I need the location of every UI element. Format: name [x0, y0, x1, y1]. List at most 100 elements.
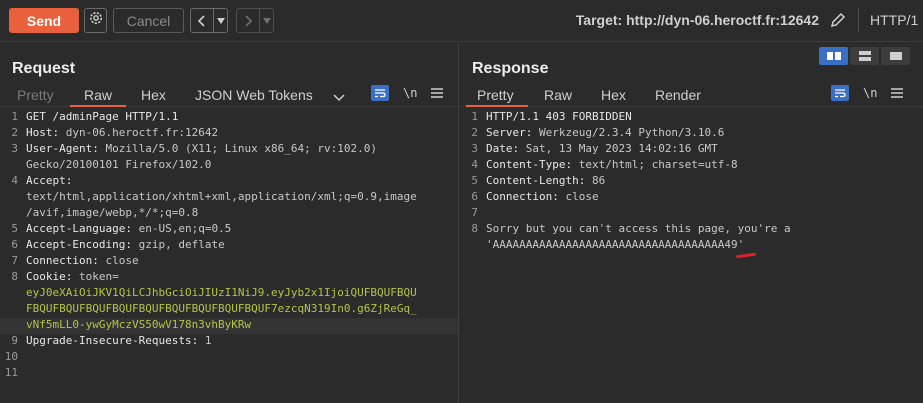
jwt-token-text: eyJ0eXAiOiJKV1QiLCJhbGciOiJIUzI1NiJ9.eyJ…: [26, 286, 417, 299]
code-line: 6 Connection: close: [460, 190, 923, 206]
code-line: text/html,application/xhtml+xml,applicat…: [0, 190, 458, 206]
code-line: 6 Accept-Encoding: gzip, deflate: [0, 238, 458, 254]
line-text: HTTP/1.1 403 FORBIDDEN: [486, 110, 632, 123]
back-button[interactable]: [191, 9, 213, 32]
tab-raw[interactable]: Raw: [84, 87, 112, 103]
response-editor[interactable]: 1 HTTP/1.1 403 FORBIDDEN 2 Server: Werkzeu…: [460, 110, 923, 403]
chevron-down-icon: [216, 17, 225, 24]
code-line: 5 Accept-Language: en-US,en;q=0.5: [0, 222, 458, 238]
active-tab-indicator: [70, 105, 126, 107]
jwt-token-text: FBQUFBQUFBQUFBQUFBQUFBQUFBQUFBQUFBQUF7ez…: [26, 302, 417, 315]
line-text: Gecko/20100101 Firefox/102.0: [26, 158, 212, 171]
settings-button[interactable]: [84, 8, 107, 33]
code-line: 3 User-Agent: Mozilla/5.0 (X11; Linux x86…: [0, 142, 458, 158]
line-text: Date: Sat, 13 May 2023 14:02:16 GMT: [486, 142, 718, 155]
toolbar-divider: [858, 8, 859, 33]
layout-top-bottom-icon: [858, 51, 871, 61]
code-line: 9 Upgrade-Insecure-Requests: 1: [0, 334, 458, 350]
line-text: Upgrade-Insecure-Requests: 1: [26, 334, 212, 347]
code-line: 10: [0, 350, 458, 366]
back-nav-group: [190, 8, 228, 33]
tab-render[interactable]: Render: [655, 87, 701, 103]
line-number: 2: [471, 126, 478, 139]
code-line: 8 Sorry but you can't access this page, y…: [460, 222, 923, 238]
line-number: 8: [471, 222, 478, 235]
line-text: Cookie: token=: [26, 270, 119, 283]
back-history-dropdown[interactable]: [213, 9, 227, 32]
hamburger-menu-icon[interactable]: [891, 85, 904, 101]
tab-pretty[interactable]: Pretty: [17, 87, 54, 103]
line-number: 3: [471, 142, 478, 155]
line-number: 6: [471, 190, 478, 203]
code-line: 4 Content-Type: text/html; charset=utf-8: [460, 158, 923, 174]
code-line: 3 Date: Sat, 13 May 2023 14:02:16 GMT: [460, 142, 923, 158]
code-line: 'AAAAAAAAAAAAAAAAAAAAAAAAAAAAAAAAAAA49': [460, 238, 923, 254]
chevron-left-icon: [197, 14, 205, 27]
layout-switcher: [819, 47, 910, 65]
edit-target-button[interactable]: [827, 9, 849, 31]
layout-side-by-side-button[interactable]: [819, 47, 848, 65]
send-button[interactable]: Send: [9, 8, 79, 33]
word-wrap-icon[interactable]: [831, 85, 849, 101]
line-number: 6: [11, 238, 18, 251]
code-line: 1 GET /adminPage HTTP/1.1: [0, 110, 458, 126]
line-number: 7: [471, 206, 478, 219]
layout-single-button[interactable]: [881, 47, 910, 65]
line-number: 5: [471, 174, 478, 187]
request-editor[interactable]: 1 GET /adminPage HTTP/1.1 2 Host: dyn-06.h…: [0, 110, 458, 403]
code-line: 5 Content-Length: 86: [460, 174, 923, 190]
request-panel: Request Pretty Raw Hex JSON Web Tokens \…: [0, 43, 459, 403]
code-line: 8 Cookie: token=: [0, 270, 458, 286]
code-line: 11: [0, 366, 458, 382]
line-number: 2: [11, 126, 18, 139]
line-text: Connection: close: [486, 190, 599, 203]
line-text: GET /adminPage HTTP/1.1: [26, 110, 179, 123]
line-text: Content-Type: text/html; charset=utf-8: [486, 158, 738, 171]
newline-toggle[interactable]: \n: [403, 86, 417, 100]
line-number: 5: [11, 222, 18, 235]
tab-hex[interactable]: Hex: [141, 87, 166, 103]
line-text: Server: Werkzeug/2.3.4 Python/3.10.6: [486, 126, 725, 139]
code-line: eyJ0eXAiOiJKV1QiLCJhbGciOiJIUzI1NiJ9.eyJ…: [0, 286, 458, 302]
line-text: 'AAAAAAAAAAAAAAAAAAAAAAAAAAAAAAAAAAA49': [486, 238, 745, 251]
code-line: /avif,image/webp,*/*;q=0.8: [0, 206, 458, 222]
line-number: 8: [11, 270, 18, 283]
target-label[interactable]: Target: http://dyn-06.heroctf.fr:12642: [576, 12, 819, 28]
response-title: Response: [472, 60, 549, 77]
line-text: Connection: close: [26, 254, 139, 267]
request-tabs: Pretty Raw Hex JSON Web Tokens \n: [0, 83, 458, 107]
line-number: 1: [11, 110, 18, 123]
hamburger-menu-icon[interactable]: [431, 85, 444, 101]
tab-hex[interactable]: Hex: [601, 87, 626, 103]
code-line: Gecko/20100101 Firefox/102.0: [0, 158, 458, 174]
tab-json-web-tokens[interactable]: JSON Web Tokens: [195, 87, 313, 103]
chevron-down-icon[interactable]: [333, 89, 345, 107]
forward-history-dropdown[interactable]: [259, 9, 273, 32]
line-text: Accept-Encoding: gzip, deflate: [26, 238, 225, 251]
response-panel: Response Pretty Raw Hex Render \n 1 HTTP/…: [460, 43, 923, 403]
code-line: 2 Host: dyn-06.heroctf.fr:12642: [0, 126, 458, 142]
line-text: Content-Length: 86: [486, 174, 606, 187]
line-number: 11: [4, 366, 18, 379]
line-text: Sorry but you can't access this page, yo…: [486, 222, 791, 235]
code-line: 4 Accept:: [0, 174, 458, 190]
line-number: 7: [11, 254, 18, 267]
cancel-button[interactable]: Cancel: [113, 8, 184, 33]
tab-pretty[interactable]: Pretty: [477, 87, 514, 103]
http-version-toggle[interactable]: HTTP/1: [870, 12, 918, 28]
line-text: /avif,image/webp,*/*;q=0.8: [26, 206, 199, 219]
jwt-token-text: vNf5mLL0-ywGyMczVS50wV178n3vhByKRw: [26, 318, 252, 331]
word-wrap-icon[interactable]: [371, 85, 389, 101]
newline-toggle[interactable]: \n: [863, 86, 877, 100]
line-text: Accept:: [26, 174, 79, 187]
active-tab-indicator: [466, 105, 528, 107]
request-editor-tools: \n: [371, 85, 444, 101]
forward-button[interactable]: [237, 9, 259, 32]
tab-raw[interactable]: Raw: [544, 87, 572, 103]
chevron-down-icon: [262, 17, 271, 24]
code-line: FBQUFBQUFBQUFBQUFBQUFBQUFBQUFBQUFBQUF7ez…: [0, 302, 458, 318]
line-number: 4: [471, 158, 478, 171]
code-line: 1 HTTP/1.1 403 FORBIDDEN: [460, 110, 923, 126]
layout-top-bottom-button[interactable]: [850, 47, 879, 65]
line-text: text/html,application/xhtml+xml,applicat…: [26, 190, 417, 203]
